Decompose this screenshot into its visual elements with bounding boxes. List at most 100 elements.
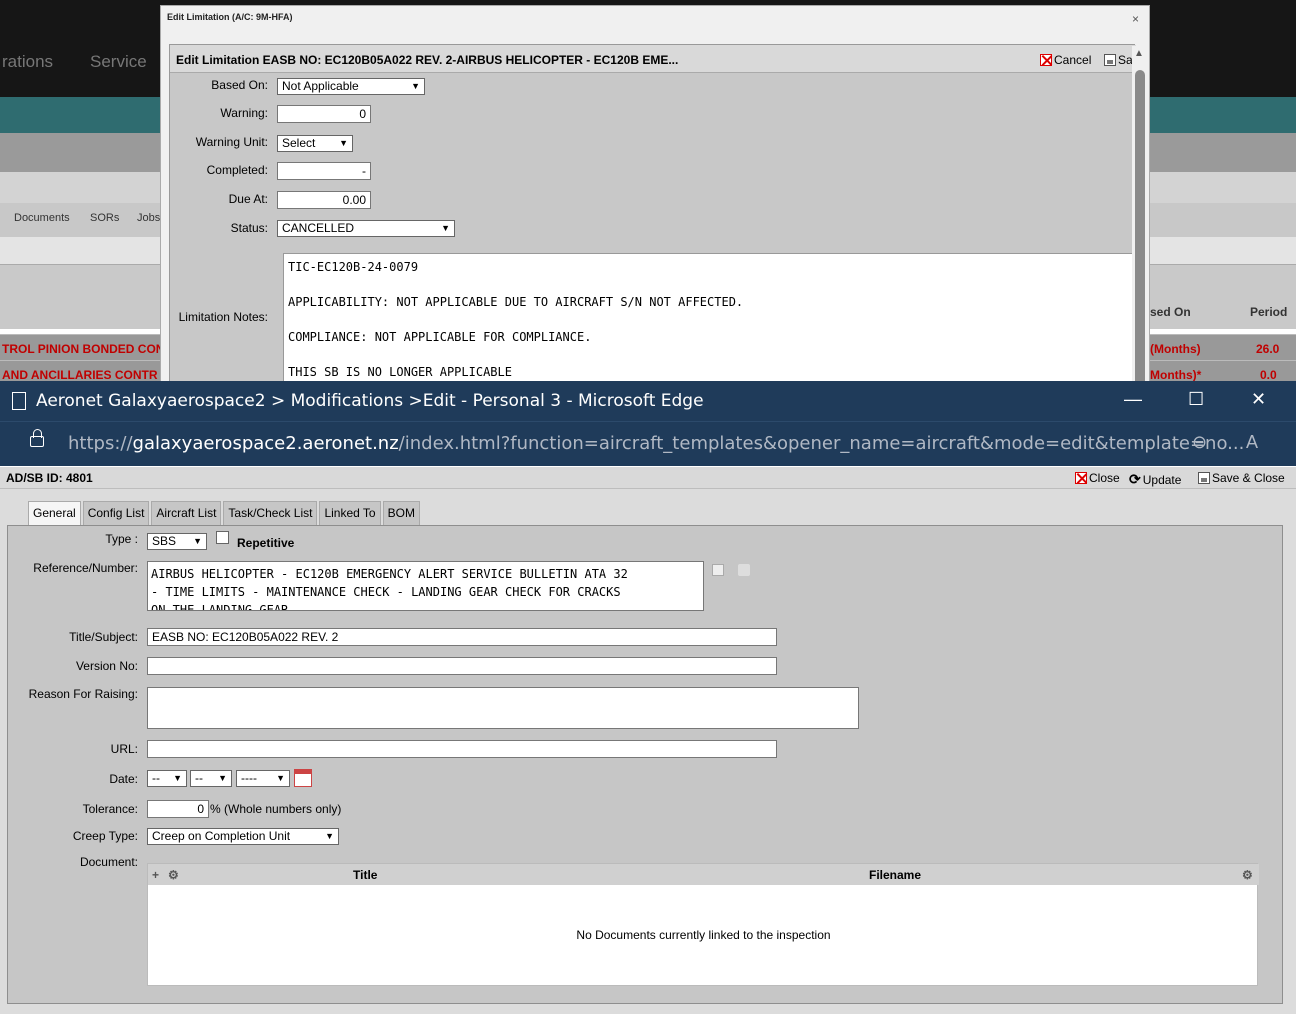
dialog-scrollbar[interactable]: ▲	[1132, 46, 1148, 381]
chevron-down-icon: ▼	[325, 831, 334, 841]
chevron-down-icon: ▼	[173, 773, 182, 783]
date-month-select[interactable]: -- ▼	[190, 770, 232, 787]
dialog-close-icon[interactable]: ×	[1132, 12, 1139, 26]
page-icon	[12, 392, 26, 410]
address-bar[interactable]: https://galaxyaerospace2.aeronet.nz/inde…	[0, 421, 1296, 466]
tab-config-list[interactable]: Config List	[82, 501, 150, 525]
save-label: Sa	[1118, 53, 1133, 67]
chevron-down-icon: ▼	[339, 138, 348, 148]
reason-label: Reason For Raising:	[28, 687, 138, 701]
document-grid-header: + ⚙ Title Filename ⚙	[148, 864, 1259, 885]
scrollbar-thumb[interactable]	[1135, 70, 1145, 381]
notes-line: COMPLIANCE: NOT APPLICABLE FOR COMPLIANC…	[288, 330, 592, 344]
warning-unit-select[interactable]: Select ▼	[277, 135, 353, 152]
document-label: Document:	[79, 855, 138, 869]
edge-window: Aeronet Galaxyaerospace2 > Modifications…	[0, 381, 1296, 1014]
adsb-page: AD/SB ID: 4801 Close ⟳ Update Save & Clo…	[0, 467, 1296, 1014]
close-label: Close	[1089, 471, 1120, 485]
gear-icon[interactable]: ⚙	[168, 868, 179, 882]
status-label: Status:	[230, 221, 268, 235]
bg-nav-operations[interactable]: rations	[2, 52, 53, 72]
title-label: Title/Subject:	[69, 630, 138, 644]
due-at-input[interactable]: 0.00	[277, 191, 371, 209]
warning-input[interactable]: 0	[277, 105, 371, 123]
minimize-icon[interactable]: —	[1124, 389, 1142, 410]
chevron-down-icon: ▼	[193, 536, 202, 546]
creep-type-select[interactable]: Creep on Completion Unit ▼	[147, 828, 339, 845]
add-icon[interactable]: +	[152, 868, 159, 882]
reference-textarea[interactable]: AIRBUS HELICOPTER - EC120B EMERGENCY ALE…	[147, 561, 704, 611]
tolerance-input[interactable]: 0	[147, 800, 209, 818]
tab-bom[interactable]: BOM	[382, 501, 420, 525]
repetitive-label: Repetitive	[237, 536, 295, 550]
reference-line: AIRBUS HELICOPTER - EC120B EMERGENCY ALE…	[151, 567, 628, 581]
read-aloud-icon[interactable]: A	[1246, 432, 1258, 453]
bg-row-period: 0.0	[1260, 368, 1277, 382]
due-at-label: Due At:	[228, 192, 268, 206]
reference-line: - TIME LIMITS - MAINTENANCE CHECK - LAND…	[151, 585, 621, 599]
col-filename[interactable]: Filename	[869, 868, 921, 882]
calendar-icon[interactable]	[294, 769, 312, 787]
close-button[interactable]: Close	[1075, 471, 1120, 485]
edge-title-bar: Aeronet Galaxyaerospace2 > Modifications…	[0, 381, 1296, 421]
tab-aircraft-list[interactable]: Aircraft List	[151, 501, 222, 525]
reference-line: ON THE LANDING GEAR	[151, 603, 289, 611]
refresh-icon: ⟳	[1129, 471, 1141, 487]
lookup-icon[interactable]	[712, 564, 724, 576]
adsb-id: AD/SB ID: 4801	[6, 471, 93, 485]
based-on-value: Not Applicable	[282, 79, 359, 93]
bg-tab-jobs[interactable]: Jobs	[137, 212, 160, 224]
bg-row-based-on: (Months)	[1150, 342, 1201, 356]
close-x-icon	[1075, 472, 1087, 484]
reason-textarea[interactable]	[147, 687, 859, 729]
cancel-icon	[1040, 54, 1052, 66]
search-icon[interactable]	[738, 564, 750, 576]
bg-tab-sors[interactable]: SORs	[90, 212, 119, 224]
window-title: Aeronet Galaxyaerospace2 > Modifications…	[36, 391, 704, 411]
chevron-down-icon: ▼	[218, 773, 227, 783]
dialog-body: Edit Limitation EASB NO: EC120B05A022 RE…	[169, 44, 1139, 381]
cancel-button[interactable]: Cancel	[1040, 53, 1091, 67]
completed-input[interactable]: -	[277, 162, 371, 180]
repetitive-checkbox[interactable]	[216, 531, 229, 544]
version-input[interactable]	[147, 657, 777, 675]
notes-line: TIC-EC120B-24-0079	[288, 260, 419, 274]
bg-col-based-on: sed On	[1150, 305, 1191, 319]
save-button[interactable]: Sa	[1104, 53, 1133, 67]
close-icon[interactable]: ✕	[1251, 389, 1266, 410]
maximize-icon[interactable]: ☐	[1188, 389, 1204, 410]
chevron-down-icon: ▼	[441, 223, 450, 233]
bg-nav-service[interactable]: Service	[90, 52, 147, 72]
warning-unit-label: Warning Unit:	[195, 135, 268, 149]
scroll-up-icon[interactable]: ▲	[1134, 48, 1144, 59]
based-on-select[interactable]: Not Applicable ▼	[277, 78, 425, 95]
update-button[interactable]: ⟳ Update	[1129, 471, 1181, 488]
lock-icon[interactable]	[30, 429, 44, 447]
type-select[interactable]: SBS ▼	[147, 533, 207, 550]
date-day-value: --	[152, 771, 160, 785]
chevron-down-icon: ▼	[276, 773, 285, 783]
status-select[interactable]: CANCELLED ▼	[277, 220, 455, 237]
url-path: /index.html?function=aircraft_templates&…	[398, 433, 1245, 454]
url-text[interactable]: https://galaxyaerospace2.aeronet.nz/inde…	[68, 433, 1244, 454]
save-icon	[1198, 472, 1210, 484]
title-input[interactable]: EASB NO: EC120B05A022 REV. 2	[147, 628, 777, 646]
limitation-notes-textarea[interactable]: TIC-EC120B-24-0079 APPLICABILITY: NOT AP…	[283, 253, 1139, 381]
bg-row-period: 26.0	[1256, 342, 1280, 356]
bg-row-title: AND ANCILLARIES CONTR	[2, 368, 158, 382]
gear-icon[interactable]: ⚙	[1242, 868, 1253, 882]
warning-label: Warning:	[220, 106, 268, 120]
tab-general[interactable]: General	[28, 501, 81, 525]
date-year-select[interactable]: ---- ▼	[236, 770, 290, 787]
date-day-select[interactable]: -- ▼	[147, 770, 187, 787]
tab-task-check-list[interactable]: Task/Check List	[223, 501, 318, 525]
tab-linked-to[interactable]: Linked To	[319, 501, 381, 525]
col-title[interactable]: Title	[353, 868, 377, 882]
save-close-button[interactable]: Save & Close	[1198, 471, 1285, 485]
bg-row-based-on: Months)*	[1150, 368, 1202, 382]
notes-line: APPLICABILITY: NOT APPLICABLE DUE TO AIR…	[288, 295, 744, 309]
bg-tab-documents[interactable]: Documents	[14, 212, 70, 224]
url-input[interactable]	[147, 740, 777, 758]
zoom-icon[interactable]: ⊖	[1192, 432, 1207, 453]
reference-label: Reference/Number:	[33, 561, 138, 575]
